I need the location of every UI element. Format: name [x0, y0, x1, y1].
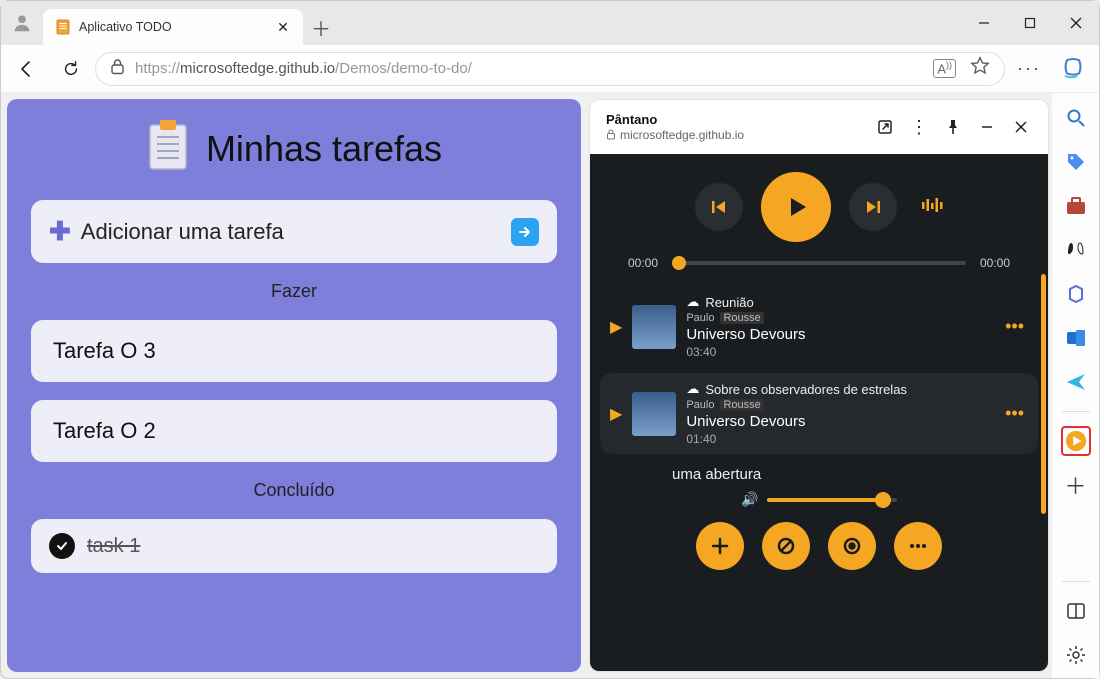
action-button-2[interactable] — [762, 522, 810, 570]
volume-row: 🔊 — [590, 483, 1048, 514]
prev-track-button[interactable] — [695, 183, 743, 231]
browser-toolbar: https://microsoftedge.github.io/Demos/de… — [1, 45, 1099, 93]
todo-section-label: Fazer — [31, 281, 557, 302]
done-section-label: Concluído — [31, 480, 557, 501]
new-tab-button[interactable]: ＋ — [303, 9, 339, 45]
tab-title: Aplicativo TODO — [79, 20, 267, 34]
maximize-button[interactable] — [1007, 1, 1053, 45]
player-sidebar-icon[interactable] — [1061, 426, 1091, 456]
window-titlebar: Aplicativo TODO ✕ ＋ — [1, 1, 1099, 45]
next-track-button[interactable] — [849, 183, 897, 231]
games-icon[interactable] — [1061, 235, 1091, 265]
lock-icon — [110, 58, 125, 80]
pwa-app-name: Pântano — [606, 112, 744, 128]
plus-icon: ✚ — [49, 216, 71, 247]
time-current: 00:00 — [628, 256, 658, 270]
volume-icon[interactable]: 🔊 — [741, 491, 758, 508]
task-item[interactable]: Tarefa O 2 — [31, 400, 557, 462]
todo-app: Minhas tarefas ✚ Adicionar uma tarefa Fa… — [7, 99, 581, 672]
done-task-item[interactable]: task 1 — [31, 519, 557, 573]
album-art — [632, 392, 676, 436]
track-item[interactable]: ▶ ☁Reunião PauloRousse Universo Devours … — [600, 286, 1038, 367]
done-task-label: task 1 — [87, 535, 140, 558]
refresh-button[interactable] — [51, 49, 91, 89]
pwa-minimize-button[interactable] — [970, 110, 1004, 144]
close-window-button[interactable] — [1053, 1, 1099, 45]
playback-controls — [590, 154, 1048, 242]
check-icon — [49, 533, 75, 559]
album-art — [632, 305, 676, 349]
track-play-icon[interactable]: ▶ — [610, 317, 622, 337]
search-icon[interactable] — [1061, 103, 1091, 133]
pwa-player-panel: Pântano microsoftedge.github.io ⋮ — [589, 99, 1049, 672]
clipboard-icon — [146, 119, 190, 178]
outlook-icon[interactable] — [1061, 323, 1091, 353]
pwa-titlebar: Pântano microsoftedge.github.io ⋮ — [590, 100, 1048, 154]
track-item[interactable]: ▶ ☁Sobre os observadores de estrelas Pau… — [600, 373, 1038, 454]
copilot-icon[interactable] — [1053, 49, 1093, 89]
toolbox-icon[interactable] — [1061, 191, 1091, 221]
window-controls — [961, 1, 1099, 45]
equalizer-icon[interactable] — [921, 196, 943, 219]
pin-button[interactable] — [936, 110, 970, 144]
address-bar[interactable]: https://microsoftedge.github.io/Demos/de… — [95, 52, 1005, 86]
player-body: 00:00 00:00 ▶ ☁Reunião PauloRousse Unive… — [590, 154, 1048, 671]
volume-slider[interactable] — [767, 498, 897, 502]
progress-bar[interactable] — [672, 261, 966, 265]
pwa-menu-button[interactable]: ⋮ — [902, 110, 936, 144]
settings-icon[interactable] — [1061, 640, 1091, 670]
progress-row: 00:00 00:00 — [590, 242, 1048, 280]
page-icon — [55, 19, 71, 35]
tag-icon[interactable] — [1061, 147, 1091, 177]
send-icon[interactable] — [1061, 367, 1091, 397]
submit-task-button[interactable] — [511, 218, 539, 246]
track-more-icon[interactable]: ••• — [1005, 316, 1028, 337]
more-menu-button[interactable]: ··· — [1009, 49, 1049, 89]
add-button[interactable] — [696, 522, 744, 570]
todo-header: Minhas tarefas — [31, 119, 557, 178]
todo-title: Minhas tarefas — [206, 128, 442, 170]
time-total: 00:00 — [980, 256, 1010, 270]
address-actions: A)) — [933, 56, 990, 81]
add-task-row[interactable]: ✚ Adicionar uma tarefa — [31, 200, 557, 263]
tab-close-icon[interactable]: ✕ — [275, 19, 291, 35]
url-text: https://microsoftedge.github.io/Demos/de… — [135, 60, 472, 77]
track-more-icon[interactable]: ••• — [1005, 403, 1028, 424]
more-actions-button[interactable] — [894, 522, 942, 570]
record-button[interactable] — [828, 522, 876, 570]
add-task-label: Adicionar uma tarefa — [81, 219, 501, 245]
scrollbar[interactable] — [1041, 274, 1046, 514]
minimize-button[interactable] — [961, 1, 1007, 45]
task-item[interactable]: Tarefa O 3 — [31, 320, 557, 382]
track-item-partial[interactable]: uma abertura — [600, 460, 1038, 483]
read-aloud-icon[interactable]: A)) — [933, 59, 956, 77]
pwa-origin: microsoftedge.github.io — [606, 128, 744, 142]
bottom-actions — [590, 514, 1048, 580]
office-icon[interactable] — [1061, 279, 1091, 309]
add-sidebar-item[interactable]: ＋ — [1061, 470, 1091, 500]
play-button[interactable] — [761, 172, 831, 242]
track-list: ▶ ☁Reunião PauloRousse Universo Devours … — [590, 280, 1048, 483]
cloud-icon: ☁ — [686, 381, 699, 397]
cloud-icon: ☁ — [686, 294, 699, 310]
content-area: Minhas tarefas ✚ Adicionar uma tarefa Fa… — [1, 93, 1051, 678]
favorite-icon[interactable] — [970, 56, 990, 81]
track-play-icon[interactable]: ▶ — [610, 404, 622, 424]
profile-icon[interactable] — [1, 1, 43, 45]
pwa-close-button[interactable] — [1004, 110, 1038, 144]
open-external-button[interactable] — [868, 110, 902, 144]
split-screen-icon[interactable] — [1061, 596, 1091, 626]
browser-tab[interactable]: Aplicativo TODO ✕ — [43, 9, 303, 45]
browser-sidebar: ＋ — [1051, 93, 1099, 678]
back-button[interactable] — [7, 49, 47, 89]
